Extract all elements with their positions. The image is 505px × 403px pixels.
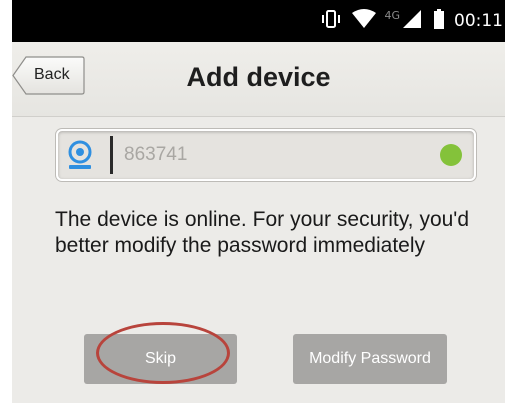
field-divider [110,136,113,174]
title-bar: Back Add device [12,42,505,117]
network-type-label: 4G [384,8,400,22]
status-bar: 4G 00:11 [12,0,505,42]
device-id-value: 863741 [124,144,188,165]
vibrate-icon [320,9,342,34]
security-message: The device is online. For your security,… [55,208,469,257]
add-device-screen: 4G 00:11 Back Add device 863741 The devi… [12,0,505,403]
page-title: Add device [186,62,331,92]
battery-icon [434,8,444,34]
skip-button[interactable]: Skip [84,334,237,384]
wifi-icon [352,8,377,34]
clock: 00:11 [454,11,503,31]
camera-icon [66,140,94,170]
online-status-indicator [440,144,462,166]
device-id-field[interactable]: 863741 [56,129,476,181]
signal-icon [402,9,422,34]
modify-password-button[interactable]: Modify Password [293,334,447,384]
